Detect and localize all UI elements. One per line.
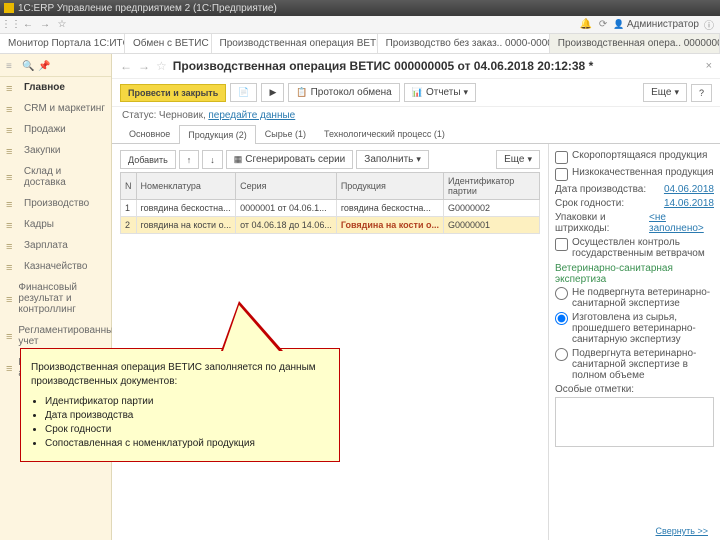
info-icon[interactable]: ⓘ — [702, 18, 716, 32]
document-tabs: Монитор Портала 1С:ИТС× Обмен с ВЕТИС× П… — [0, 34, 720, 54]
sidebar-item[interactable]: Производство — [0, 193, 111, 214]
user-label[interactable]: 👤 Администратор — [613, 19, 699, 30]
list-icon — [6, 125, 18, 135]
sidebar-item[interactable]: Кадры — [0, 214, 111, 235]
col-n[interactable]: N — [121, 173, 137, 200]
col-id[interactable]: Идентификатор партии — [443, 173, 539, 200]
back-icon[interactable]: ← — [21, 18, 35, 32]
vet-r2[interactable]: Изготовлена из сырья, прошедшего ветерин… — [555, 312, 714, 345]
list-icon — [6, 104, 18, 114]
table-row[interactable]: 2говядина на кости о...от 04.06.18 до 14… — [121, 217, 540, 234]
tab-2[interactable]: Производственная операция ВЕТИС× — [212, 34, 378, 53]
vet-section: Ветеринарно-санитарная экспертиза — [555, 263, 714, 285]
close-icon[interactable]: × — [706, 60, 712, 72]
status-line: Статус: Черновик, передайте данные — [112, 107, 720, 124]
sidebar: ≡ 🔍 📌 Главное CRM и маркетинг Продажи Заку… — [0, 54, 112, 540]
list-icon — [6, 241, 18, 251]
subtab-raw[interactable]: Сырье (1) — [256, 124, 315, 143]
products-table: N Номенклатура Серия Продукция Идентифик… — [120, 172, 540, 234]
list-icon — [6, 172, 18, 182]
sidebar-item[interactable]: Зарплата — [0, 235, 111, 256]
list-icon — [6, 262, 18, 272]
status-link[interactable]: передайте данные — [208, 110, 295, 121]
tab-3[interactable]: Производство без заказ.. 0000-000002× — [378, 34, 550, 53]
protocol-button[interactable]: 📋 Протокол обмена — [288, 83, 399, 102]
fwd-icon[interactable]: → — [38, 18, 52, 32]
right-panel: Скоропортящаяся продукция Низкокачествен… — [548, 144, 720, 540]
col-ser[interactable]: Серия — [236, 173, 337, 200]
reports-button[interactable]: 📊 Отчеты ▾ — [404, 83, 476, 102]
star-icon[interactable]: ☆ — [55, 18, 69, 32]
sidebar-item[interactable]: Финансовый результат и контроллинг — [0, 277, 111, 320]
subtab-tech[interactable]: Технологический процесс (1) — [315, 124, 454, 143]
pin-icon[interactable]: 📌 — [38, 61, 50, 73]
tab-4[interactable]: Производственная опера.. 000000005× — [550, 34, 720, 53]
nav-fwd-icon[interactable]: → — [138, 59, 150, 73]
nav-back-icon[interactable]: ← — [120, 59, 132, 73]
app-icon — [4, 3, 14, 13]
down-button[interactable]: ↓ — [202, 150, 223, 169]
up-button[interactable]: ↑ — [179, 150, 200, 169]
notes-field[interactable] — [555, 397, 714, 447]
sidebar-item[interactable]: CRM и маркетинг — [0, 98, 111, 119]
post-button[interactable]: ▶ — [261, 83, 284, 102]
col-nom[interactable]: Номенклатура — [136, 173, 236, 200]
more-button[interactable]: Еще ▾ — [643, 83, 687, 102]
post-close-button[interactable]: Провести и закрыть — [120, 84, 226, 102]
menu-icon[interactable]: ≡ — [6, 61, 18, 73]
window-title: 1С:ERP Управление предприятием 2 (1С:Пре… — [18, 3, 277, 14]
perishable-check[interactable]: Скоропортящаяся продукция — [555, 150, 714, 164]
subtab-main[interactable]: Основное — [120, 124, 179, 143]
tab-1[interactable]: Обмен с ВЕТИС× — [125, 34, 212, 53]
list-icon — [6, 331, 12, 341]
more2-button[interactable]: Еще ▾ — [496, 150, 540, 169]
sidebar-item[interactable]: Закупки — [0, 140, 111, 161]
collapse-link[interactable]: Свернуть >> — [656, 526, 708, 536]
col-prod[interactable]: Продукция — [336, 173, 443, 200]
vet-r1[interactable]: Не подвергнута ветеринарно-санитарной эк… — [555, 287, 714, 309]
fill-button[interactable]: Заполнить ▾ — [356, 150, 429, 169]
sidebar-item[interactable]: Казначейство — [0, 256, 111, 277]
sidebar-item[interactable]: Склад и доставка — [0, 161, 111, 193]
save-button[interactable]: 📄 — [230, 83, 257, 102]
sidebar-item-main[interactable]: Главное — [0, 77, 111, 98]
pack-link[interactable]: <не заполнено> — [649, 212, 714, 234]
app-toolbar: ⋮⋮ ← → ☆ 🔔 ⟳ 👤 Администратор ⓘ — [0, 16, 720, 34]
list-icon — [6, 220, 18, 230]
bell-icon[interactable]: 🔔 — [579, 18, 593, 32]
expiry-link[interactable]: 14.06.2018 — [664, 198, 714, 209]
window-titlebar: 1С:ERP Управление предприятием 2 (1С:Пре… — [0, 0, 720, 16]
search-icon[interactable]: 🔍 — [22, 61, 34, 73]
grid-icon[interactable]: ⋮⋮ — [4, 18, 18, 32]
vet-r3[interactable]: Подвергнута ветеринарно-санитарной экспе… — [555, 348, 714, 381]
sidebar-item[interactable]: Продажи — [0, 119, 111, 140]
history-icon[interactable]: ⟳ — [596, 18, 610, 32]
list-icon — [6, 363, 12, 373]
fav-icon[interactable]: ☆ — [156, 59, 167, 73]
vet-control-check[interactable]: Осуществлен контроль государственным вет… — [555, 237, 714, 259]
list-icon — [6, 146, 18, 156]
notes-label: Особые отметки: — [555, 384, 714, 395]
list-icon — [6, 294, 12, 304]
add-button[interactable]: Добавить — [120, 150, 176, 169]
page-title: Производственная операция ВЕТИС 00000000… — [173, 59, 700, 73]
star-icon — [6, 83, 18, 93]
subtab-products[interactable]: Продукция (2) — [179, 125, 256, 144]
help-button[interactable]: ? — [691, 84, 712, 102]
table-row[interactable]: 1говядина бескостна...0000001 от 04.06.1… — [121, 200, 540, 217]
list-icon — [6, 199, 18, 209]
lowq-check[interactable]: Низкокачественная продукция — [555, 167, 714, 181]
prod-date-link[interactable]: 04.06.2018 — [664, 184, 714, 195]
gen-series-button[interactable]: ▦ Сгенерировать серии — [226, 150, 354, 169]
tab-0[interactable]: Монитор Портала 1С:ИТС× — [0, 34, 125, 53]
annotation-callout: Производственная операция ВЕТИС заполняе… — [20, 348, 340, 462]
